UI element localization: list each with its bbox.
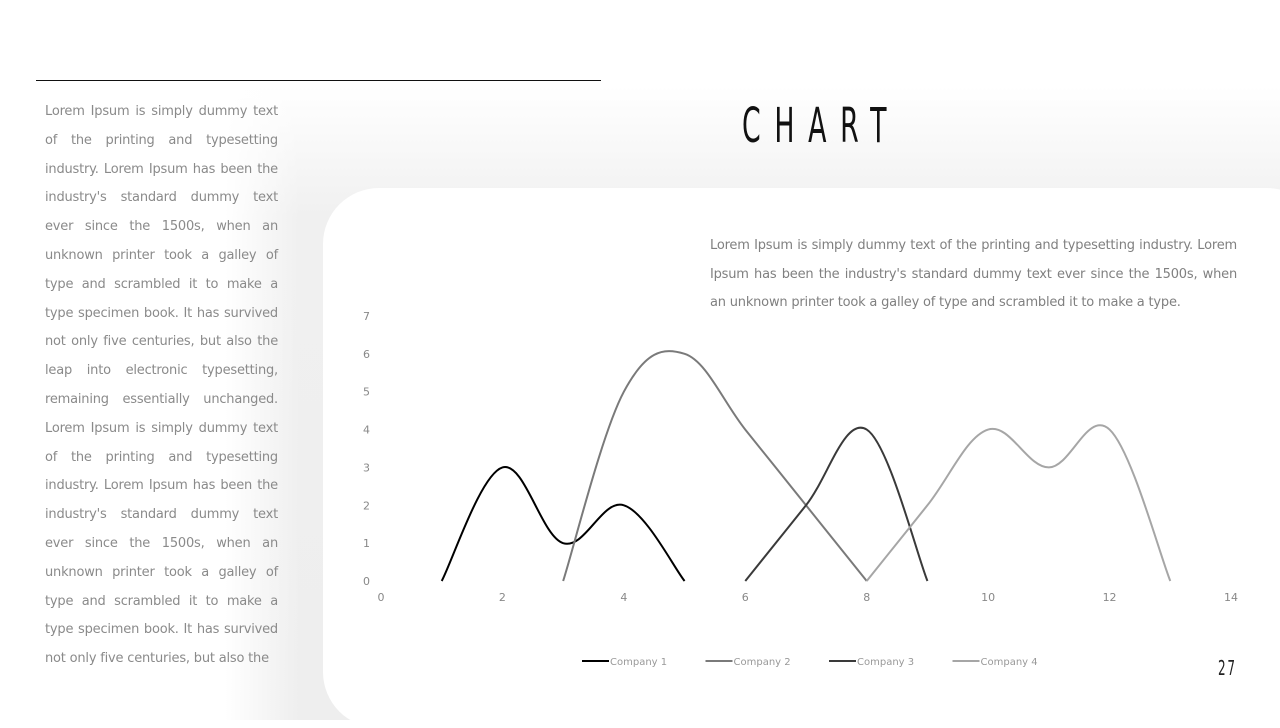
legend-label-company-1: Company 1 (610, 657, 667, 668)
series-line-company-1 (440, 466, 686, 582)
y-axis-ticks: 0 1 2 3 4 5 6 7 (363, 310, 370, 588)
y-tick-label: 4 (363, 424, 370, 437)
x-tick-label: 4 (620, 591, 627, 604)
y-tick-label: 1 (363, 537, 370, 550)
page-number: 27 (1218, 656, 1237, 680)
series-line-company-4 (865, 424, 1172, 582)
y-tick-label: 2 (363, 499, 370, 512)
x-tick-label: 6 (742, 591, 749, 604)
x-axis-ticks: 0 2 4 6 8 10 12 14 (378, 591, 1239, 604)
legend-label-company-2: Company 2 (734, 657, 791, 668)
y-tick-label: 7 (363, 310, 370, 323)
line-chart: 01234567 0 2 4 6 8 10 12 14 Company 1 Company 2C… (363, 310, 1239, 668)
y-tick-label: 5 (363, 386, 370, 399)
y-tick-label: 6 (363, 348, 370, 361)
y-tick-label: 3 (363, 461, 370, 474)
chart-legend: Company 1 Company 2 Company 3 Company 4 (582, 657, 1038, 668)
y-tick-label: 0 (363, 575, 370, 588)
x-tick-label: 14 (1224, 591, 1238, 604)
series-line-company-2 (562, 350, 868, 582)
x-tick-label: 0 (378, 591, 385, 604)
chart-series (440, 350, 1172, 582)
legend-label-company-3: Company 3 (857, 657, 914, 668)
x-tick-label: 8 (863, 591, 870, 604)
legend-label-company-4: Company 4 (981, 657, 1038, 668)
x-tick-label: 2 (499, 591, 506, 604)
series-line-company-3 (744, 426, 929, 582)
x-tick-label: 12 (1103, 591, 1117, 604)
x-tick-label: 10 (981, 591, 995, 604)
